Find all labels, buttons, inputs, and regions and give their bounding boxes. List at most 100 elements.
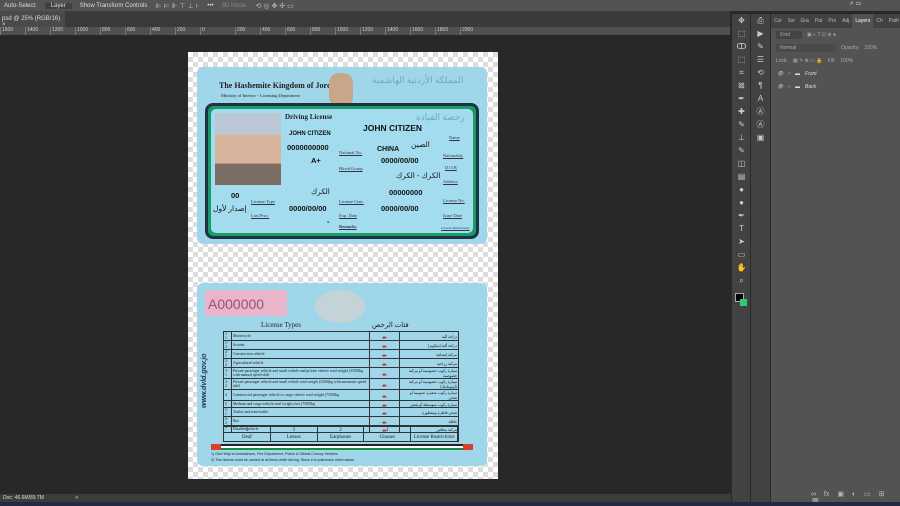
panel-tab[interactable]: Col <box>771 18 785 24</box>
panel-tab[interactable]: Gra <box>797 18 811 24</box>
crop-tool-icon[interactable]: ⌗ <box>732 66 751 79</box>
character-icon[interactable]: A <box>751 92 770 105</box>
layer-select[interactable]: Layer <box>44 2 72 9</box>
filter-icons[interactable]: ▣ ◐ T ⊡ ⊕ ● <box>807 32 836 38</box>
type-code: 2-1 <box>223 349 232 359</box>
ruler-tick: 1000 <box>75 27 100 35</box>
vehicle-icon: 🚗 <box>369 407 401 418</box>
ruler-tick: 800 <box>310 27 335 35</box>
3d-tools-icons[interactable]: ⟲ ◎ ✥ ✣ ▭ <box>256 2 294 10</box>
lasso-tool-icon[interactable]: ↀ <box>732 40 751 53</box>
condition-label: Earphones <box>329 435 352 440</box>
marquee-tool-icon[interactable]: ⬚ <box>732 27 751 40</box>
adjustments-icon[interactable]: ☰ <box>751 53 770 66</box>
stamp-tool-icon[interactable]: ⊥ <box>732 131 751 144</box>
history-icon[interactable]: ⎙ <box>751 14 770 27</box>
history-brush-tool-icon[interactable]: ✎ <box>732 144 751 157</box>
ruler-tick: 1600 <box>410 27 435 35</box>
ruler-tick: 1600 <box>0 27 25 35</box>
blur-tool-icon[interactable]: ● <box>732 183 751 196</box>
type-ar: سيارة ركوب صغيرة عمومية أو شحن <box>399 389 459 401</box>
document-tab[interactable]: psd @ 25% (RGB/16) × <box>0 11 65 28</box>
type-en: Private passenger vehicle and small vehi… <box>230 367 371 379</box>
actions-play-icon[interactable]: ▶ <box>751 27 770 40</box>
layer-row[interactable]: 👁 › ▬ Back <box>771 80 900 93</box>
blend-mode-select[interactable]: Normal <box>776 43 837 52</box>
dodge-tool-icon[interactable]: ● <box>732 196 751 209</box>
layer-name: Front <box>805 70 817 77</box>
driving-license-title: Driving License <box>285 113 333 121</box>
libraries-icon[interactable]: ▣ <box>751 131 770 144</box>
zoom-tool-icon[interactable]: ⌕ <box>732 274 751 287</box>
styles-icon[interactable]: Ⓐ <box>751 118 770 131</box>
panel-tab[interactable]: Ch <box>873 18 885 24</box>
condition-label: Lenses <box>286 435 301 440</box>
status-menu-arrow[interactable]: > <box>75 495 78 501</box>
layer-row[interactable]: 👁 › ▬ Front <box>771 67 900 80</box>
panel-tab[interactable]: Pro <box>825 18 839 24</box>
chevron-right-icon[interactable]: › <box>788 71 790 77</box>
eyedropper-tool-icon[interactable]: ✒ <box>732 92 751 105</box>
more-button[interactable]: ••• <box>207 3 213 9</box>
taskbar-strip <box>0 502 900 506</box>
opacity-label: Opacity: <box>841 44 860 51</box>
lock-icons[interactable]: ▦ ✎ ✥ ▭ 🔒 <box>793 58 823 64</box>
healing-tool-icon[interactable]: ✚ <box>732 105 751 118</box>
brush-settings-icon[interactable]: ✎ <box>751 40 770 53</box>
national-label: National No. <box>339 150 363 155</box>
properties-icon[interactable]: ⟲ <box>751 66 770 79</box>
type-code: 1-2 <box>223 340 232 350</box>
frame-tool-icon[interactable]: ⊠ <box>732 79 751 92</box>
fill-input[interactable]: 100% <box>840 58 853 64</box>
type-ar: حافلة <box>399 416 459 427</box>
filter-kind-select[interactable]: Kind <box>776 30 803 39</box>
align-icons[interactable]: ⊫ ⊨ ⊪ ⊤ ⊥ ⊦ <box>155 2 199 10</box>
panel-tab[interactable]: Path <box>886 18 900 24</box>
table-row: 5-1 Trailer and semi-trailer 🚗 شحن قاطرة وم… <box>223 407 459 418</box>
vehicle-icon: 🚗 <box>369 389 401 401</box>
glyphs-icon[interactable]: Ⓐ <box>751 105 770 118</box>
table-row: 5 Medium and cargo vehicle total weight o… <box>223 399 459 409</box>
chevron-right-icon[interactable]: › <box>788 84 790 90</box>
search-icon[interactable]: ⌕ ▭ <box>850 0 861 8</box>
pen-tool-icon[interactable]: ✒ <box>732 209 751 222</box>
eye-icon[interactable]: 👁 <box>777 71 783 77</box>
layers-panel: Col Sw Gra Pat Pro Adj Layers Ch Path Kind ▣ ◐ T … <box>770 14 900 506</box>
panel-tab[interactable]: Adj <box>839 18 852 24</box>
type-en: Agricultural vehicle <box>230 358 371 368</box>
type-tool-icon[interactable]: T <box>732 222 751 235</box>
serial-number: A000000 <box>205 290 287 316</box>
name-label: Name <box>449 135 460 140</box>
opacity-input[interactable]: 100% <box>864 45 877 51</box>
panel-tab[interactable]: Pat <box>812 18 826 24</box>
type-ar: سيارة ركوب خصوصية أو مركبة (أوتوماتيك) <box>399 378 459 390</box>
eye-icon[interactable]: 👁 <box>777 84 783 90</box>
vehicle-icon: 🚗 <box>369 378 401 390</box>
background-color-swatch[interactable] <box>740 299 747 306</box>
ruler-tick: 600 <box>125 27 150 35</box>
path-select-tool-icon[interactable]: ➤ <box>732 235 751 248</box>
eraser-tool-icon[interactable]: ◫ <box>732 157 751 170</box>
type-ar: مركبة إنشائية <box>399 349 459 359</box>
show-transform-checkbox[interactable]: Show Transform Controls <box>80 3 148 9</box>
move-tool-icon[interactable]: ✥ <box>732 14 751 27</box>
quick-select-tool-icon[interactable]: ⬚ <box>732 53 751 66</box>
rectangle-tool-icon[interactable]: ▭ <box>732 248 751 261</box>
type-en: Medium and cargo vehicle total weight ov… <box>230 399 371 409</box>
table-row: 2-1 Construction vehicle 🚗 مركبة إنشائية <box>223 349 459 359</box>
paragraph-icon[interactable]: ¶ <box>751 79 770 92</box>
table-row: 1-2 Scooter 🚗 دراجة آلية (سكوتر) <box>223 340 459 350</box>
footer-note-2: 2) This license must be carried at all t… <box>211 458 355 462</box>
license-type: 00 <box>231 191 240 200</box>
gradient-tool-icon[interactable]: ▤ <box>732 170 751 183</box>
fill-label: Fill: <box>827 57 836 64</box>
name-small: JOHN CITIZEN <box>289 131 331 137</box>
type-code: 3-2 <box>223 378 232 390</box>
issue-label: Issue Date <box>443 213 462 218</box>
brush-tool-icon[interactable]: ✎ <box>732 118 751 131</box>
panel-tab[interactable]: Sw <box>785 18 798 24</box>
hand-tool-icon[interactable]: ✋ <box>732 261 751 274</box>
auto-select-checkbox[interactable]: Auto-Select: <box>4 3 37 9</box>
type-en: Private passenger vehicle and small vehi… <box>230 378 371 390</box>
panel-tab[interactable]: Layers <box>852 14 874 28</box>
